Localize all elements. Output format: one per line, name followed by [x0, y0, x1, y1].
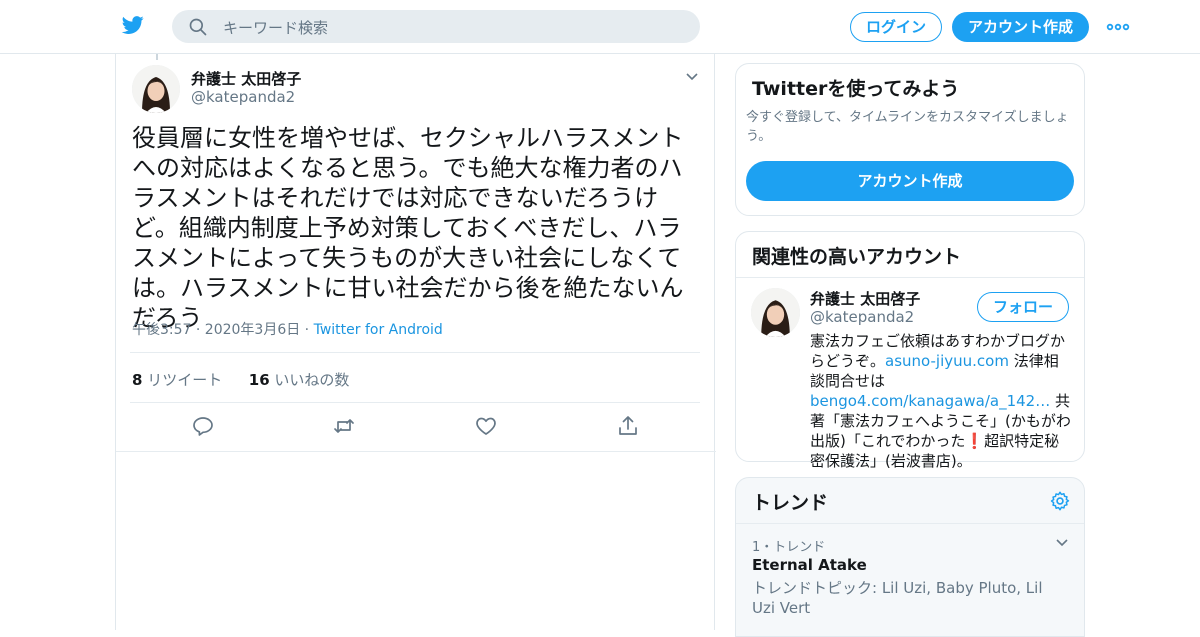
chevron-down-icon[interactable] [684, 68, 700, 84]
avatar-photo-icon [751, 288, 800, 337]
retweet-icon[interactable] [332, 414, 356, 438]
avatar[interactable] [132, 65, 180, 113]
signup-card-title: Twitterを使ってみよう [752, 78, 960, 100]
search-icon [189, 18, 207, 36]
tweet-source-link[interactable]: Twitter for Android [314, 322, 443, 338]
share-icon[interactable] [616, 414, 640, 438]
related-accounts-title: 関連性の高いアカウント [752, 246, 962, 268]
tweet-text: 役員層に女性を増やせば、セクシャルハラスメントへの対応はよくなると思う。でも絶大… [132, 124, 684, 332]
trends-title: トレンド [752, 492, 829, 514]
divider [130, 402, 700, 403]
bio-link[interactable]: asuno-jiyuu.com [885, 352, 1009, 370]
divider [736, 277, 1084, 278]
related-account-name[interactable]: 弁護士 太田啓子 [810, 288, 920, 309]
heart-icon[interactable] [474, 414, 498, 438]
trends-card: トレンド 1・トレンド Eternal Atake トレンドトピック: Lil … [735, 477, 1085, 637]
divider [130, 352, 700, 353]
tweet-meta: 午後3:57 · 2020年3月6日 · Twitter for Android [132, 319, 443, 339]
search-box[interactable]: キーワード検索 [172, 10, 700, 43]
reply-icon[interactable] [191, 414, 215, 438]
gear-icon[interactable] [1049, 490, 1071, 512]
thread-line [156, 54, 158, 60]
search-input[interactable]: キーワード検索 [223, 17, 328, 38]
author-handle[interactable]: @katepanda2 [191, 88, 295, 106]
top-navigation-bar: キーワード検索 ログイン アカウント作成 [0, 0, 1200, 54]
divider [116, 451, 716, 452]
chevron-down-icon[interactable] [1054, 534, 1070, 550]
avatar[interactable] [751, 288, 800, 337]
create-account-button[interactable]: アカウント作成 [746, 161, 1074, 201]
author-name[interactable]: 弁護士 太田啓子 [191, 68, 301, 89]
signup-card: Twitterを使ってみよう 今すぐ登録して、タイムラインをカスタマイズしましょ… [735, 63, 1085, 216]
divider [736, 523, 1084, 524]
bio-link[interactable]: bengo4.com/kanagawa/a_142… [810, 392, 1050, 410]
retweet-count[interactable]: 8 リツイート [132, 371, 222, 389]
signup-card-description: 今すぐ登録して、タイムラインをカスタマイズしましょう。 [746, 110, 1069, 144]
tweet-column: 弁護士 太田啓子 @katepanda2 役員層に女性を増やせば、セクシャルハラ… [115, 54, 716, 630]
signup-button[interactable]: アカウント作成 [952, 12, 1089, 42]
follow-button[interactable]: フォロー [977, 292, 1069, 322]
trend-topic: トレンドトピック: Lil Uzi, Baby Pluto, Lil Uzi V… [752, 579, 1043, 617]
tweet-stats: 8 リツイート 16 いいねの数 [132, 369, 349, 390]
avatar-photo-icon [132, 65, 180, 113]
like-count[interactable]: 16 いいねの数 [249, 371, 350, 389]
twitter-bird-logo-icon[interactable] [120, 14, 146, 36]
related-account-handle[interactable]: @katepanda2 [810, 308, 914, 326]
tweet-timestamp[interactable]: 午後3:57 · 2020年3月6日 · [132, 322, 314, 338]
related-account-bio: 憲法カフェご依頼はあすわかブログからどうぞ。asuno-jiyuu.com 法律… [810, 332, 1071, 470]
trend-rank: 1・トレンド [752, 540, 826, 555]
related-accounts-card: 関連性の高いアカウント 弁護士 太田啓子 @katepanda2 フォロー 憲法… [735, 231, 1085, 470]
login-button[interactable]: ログイン [850, 12, 942, 42]
tweet-actions [116, 414, 716, 440]
more-options-icon[interactable] [1106, 20, 1130, 34]
trend-title[interactable]: Eternal Atake [752, 556, 867, 574]
